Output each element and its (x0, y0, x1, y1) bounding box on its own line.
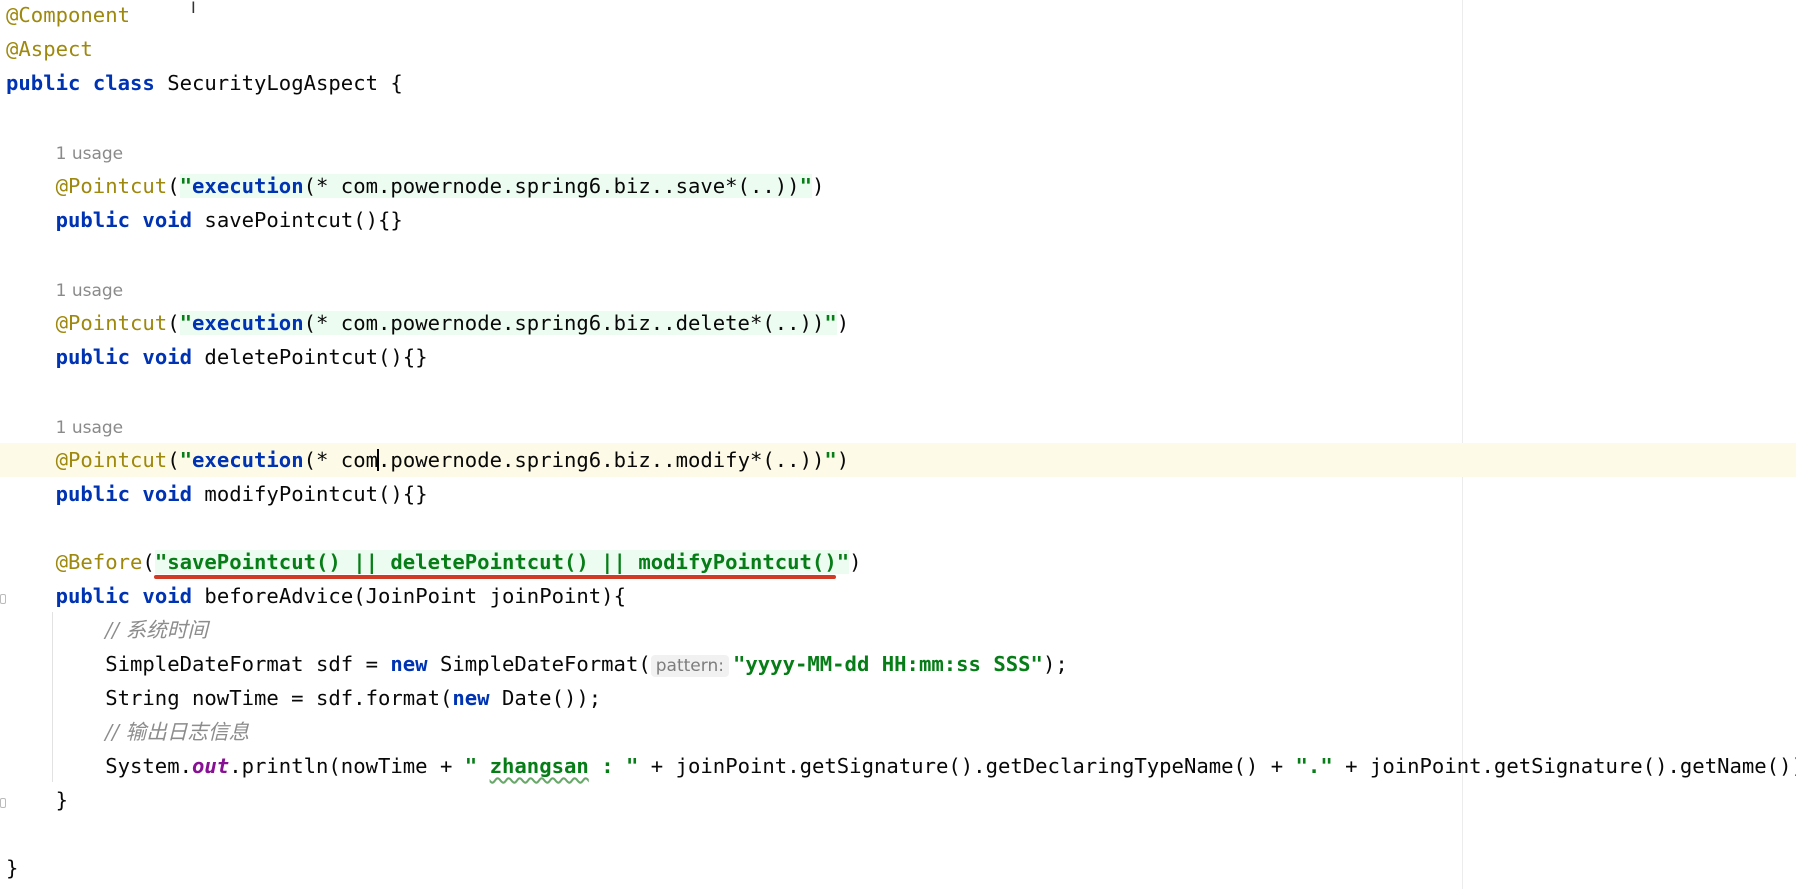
pointcut-expression: "execution(* com.powernode.spring6.biz..… (179, 448, 837, 472)
code-line-close-class[interactable]: } (0, 851, 1796, 885)
code-line-println[interactable]: System.out.println(nowTime + " zhangsan … (0, 749, 1796, 783)
code-line-modify-method[interactable]: public void modifyPointcut(){} (0, 477, 1796, 511)
usage-hint[interactable]: 1 usage (56, 144, 124, 164)
code-line-close-method[interactable]: } (0, 783, 1796, 817)
method-declaration: modifyPointcut(){} (192, 482, 428, 506)
method-declaration: savePointcut(){} (192, 208, 403, 232)
comment: // 系统时间 (105, 618, 209, 642)
code-line-delete-pointcut[interactable]: @Pointcut("execution(* com.powernode.spr… (0, 306, 1796, 340)
code-line-before-annotation[interactable]: @Before("savePointcut() || deletePointcu… (0, 545, 1796, 579)
annotation: @Before (55, 550, 143, 574)
code-line-comment-2[interactable]: // 输出日志信息 (0, 715, 1796, 749)
annotation: @Component (6, 3, 130, 27)
string-literal: "yyyy-MM-dd HH:mm:ss SSS" (732, 652, 1043, 676)
usage-hint-line[interactable]: 1 usage (0, 409, 1796, 443)
code-line-comment-1[interactable]: // 系统时间 (0, 613, 1796, 647)
usage-hint-line[interactable]: 1 usage (0, 135, 1796, 169)
pointcut-expression: "execution(* com.powernode.spring6.biz..… (179, 174, 812, 198)
keyword: public (6, 71, 81, 95)
annotation: @Pointcut (55, 448, 168, 472)
code-line-2[interactable]: @Aspect (0, 32, 1796, 66)
code-editor[interactable]: I @Component @Aspect public class Securi… (0, 0, 1796, 889)
code-line-3[interactable]: public class SecurityLogAspect { (0, 66, 1796, 100)
typo-word: zhangsan (489, 754, 589, 778)
code-line-save-method[interactable]: public void savePointcut(){} (0, 203, 1796, 237)
keyword: class (92, 71, 155, 95)
code-line-before-method[interactable]: public void beforeAdvice(JoinPoint joinP… (0, 579, 1796, 613)
annotation: @Pointcut (55, 174, 168, 198)
comment: // 输出日志信息 (105, 720, 250, 744)
usage-hint[interactable]: 1 usage (56, 281, 124, 301)
usage-hint[interactable]: 1 usage (56, 418, 124, 438)
parameter-hint: pattern: (650, 655, 729, 677)
code-line-save-pointcut[interactable]: @Pointcut("execution(* com.powernode.spr… (0, 169, 1796, 203)
method-declaration: deletePointcut(){} (192, 345, 428, 369)
class-declaration: SecurityLogAspect { (154, 71, 403, 95)
annotation: @Pointcut (55, 311, 168, 335)
code-line-now-time[interactable]: String nowTime = sdf.format(new Date()); (0, 681, 1796, 715)
code-line-modify-pointcut[interactable]: @Pointcut("execution(* com.powernode.spr… (0, 443, 1796, 477)
code-line-sdf[interactable]: SimpleDateFormat sdf = new SimpleDateFor… (0, 647, 1796, 681)
code-line-delete-method[interactable]: public void deletePointcut(){} (0, 340, 1796, 374)
before-expression: "savePointcut() || deletePointcut() || m… (154, 550, 850, 574)
method-declaration: beforeAdvice(JoinPoint joinPoint){ (192, 584, 626, 608)
static-field: out (192, 754, 230, 778)
usage-hint-line[interactable]: 1 usage (0, 272, 1796, 306)
annotation: @Aspect (6, 37, 93, 61)
code-line-1[interactable]: @Component (0, 0, 1796, 32)
pointcut-expression: "execution(* com.powernode.spring6.biz..… (179, 311, 837, 335)
